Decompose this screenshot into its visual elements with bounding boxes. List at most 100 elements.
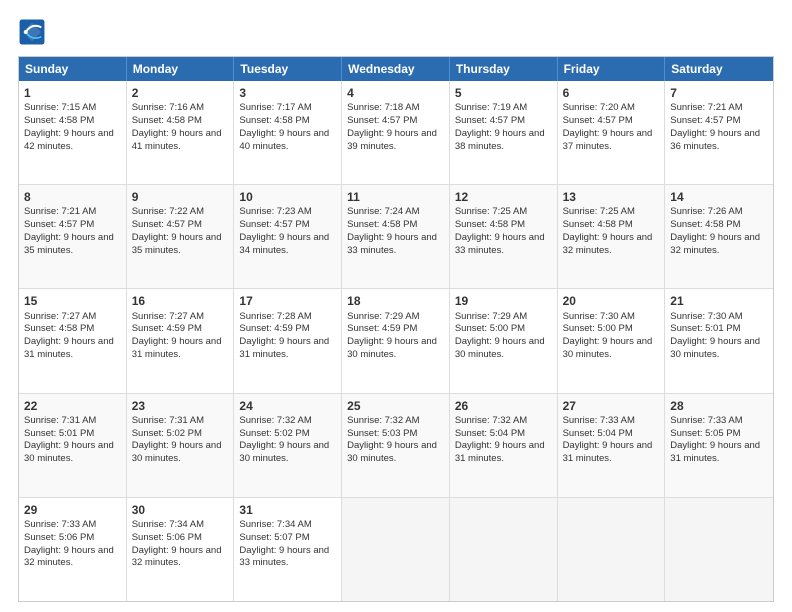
sunset: Sunset: 5:00 PM: [455, 323, 525, 334]
sunrise: Sunrise: 7:26 AM: [670, 206, 742, 217]
daylight: Daylight: 9 hours and 30 minutes.: [132, 440, 222, 464]
calendar-cell: 9Sunrise: 7:22 AMSunset: 4:57 PMDaylight…: [127, 185, 235, 288]
daylight: Daylight: 9 hours and 33 minutes.: [455, 232, 545, 256]
sunset: Sunset: 5:01 PM: [24, 428, 94, 439]
calendar-week: 22Sunrise: 7:31 AMSunset: 5:01 PMDayligh…: [19, 394, 773, 498]
calendar-cell: 21Sunrise: 7:30 AMSunset: 5:01 PMDayligh…: [665, 289, 773, 392]
day-number: 30: [132, 502, 229, 518]
day-number: 12: [455, 189, 552, 205]
sunset: Sunset: 4:59 PM: [132, 323, 202, 334]
sunset: Sunset: 4:58 PM: [239, 115, 309, 126]
sunrise: Sunrise: 7:32 AM: [239, 415, 311, 426]
sunrise: Sunrise: 7:15 AM: [24, 102, 96, 113]
sunrise: Sunrise: 7:28 AM: [239, 311, 311, 322]
calendar-cell: 11Sunrise: 7:24 AMSunset: 4:58 PMDayligh…: [342, 185, 450, 288]
calendar-cell: [450, 498, 558, 601]
sunrise: Sunrise: 7:25 AM: [563, 206, 635, 217]
day-number: 29: [24, 502, 121, 518]
day-number: 4: [347, 85, 444, 101]
day-number: 9: [132, 189, 229, 205]
sunset: Sunset: 5:01 PM: [670, 323, 740, 334]
day-number: 20: [563, 293, 660, 309]
day-number: 3: [239, 85, 336, 101]
day-number: 26: [455, 398, 552, 414]
sunset: Sunset: 5:06 PM: [132, 532, 202, 543]
calendar-cell: 23Sunrise: 7:31 AMSunset: 5:02 PMDayligh…: [127, 394, 235, 497]
day-number: 17: [239, 293, 336, 309]
sunrise: Sunrise: 7:18 AM: [347, 102, 419, 113]
day-number: 1: [24, 85, 121, 101]
daylight: Daylight: 9 hours and 31 minutes.: [24, 336, 114, 360]
day-number: 15: [24, 293, 121, 309]
day-number: 2: [132, 85, 229, 101]
day-number: 25: [347, 398, 444, 414]
weekday-header: Friday: [558, 57, 666, 81]
sunset: Sunset: 4:58 PM: [347, 219, 417, 230]
calendar-cell: 24Sunrise: 7:32 AMSunset: 5:02 PMDayligh…: [234, 394, 342, 497]
calendar-cell: 7Sunrise: 7:21 AMSunset: 4:57 PMDaylight…: [665, 81, 773, 184]
sunset: Sunset: 4:58 PM: [455, 219, 525, 230]
sunrise: Sunrise: 7:21 AM: [670, 102, 742, 113]
sunrise: Sunrise: 7:30 AM: [563, 311, 635, 322]
sunrise: Sunrise: 7:34 AM: [239, 519, 311, 530]
daylight: Daylight: 9 hours and 33 minutes.: [239, 545, 329, 569]
daylight: Daylight: 9 hours and 30 minutes.: [347, 336, 437, 360]
daylight: Daylight: 9 hours and 40 minutes.: [239, 128, 329, 152]
weekday-header: Wednesday: [342, 57, 450, 81]
sunset: Sunset: 5:07 PM: [239, 532, 309, 543]
sunrise: Sunrise: 7:33 AM: [670, 415, 742, 426]
sunrise: Sunrise: 7:17 AM: [239, 102, 311, 113]
sunset: Sunset: 4:58 PM: [670, 219, 740, 230]
sunrise: Sunrise: 7:33 AM: [24, 519, 96, 530]
calendar-cell: 6Sunrise: 7:20 AMSunset: 4:57 PMDaylight…: [558, 81, 666, 184]
daylight: Daylight: 9 hours and 42 minutes.: [24, 128, 114, 152]
sunrise: Sunrise: 7:23 AM: [239, 206, 311, 217]
calendar-cell: 14Sunrise: 7:26 AMSunset: 4:58 PMDayligh…: [665, 185, 773, 288]
sunrise: Sunrise: 7:29 AM: [455, 311, 527, 322]
sunset: Sunset: 4:58 PM: [563, 219, 633, 230]
day-number: 14: [670, 189, 768, 205]
daylight: Daylight: 9 hours and 32 minutes.: [132, 545, 222, 569]
sunrise: Sunrise: 7:24 AM: [347, 206, 419, 217]
day-number: 13: [563, 189, 660, 205]
sunset: Sunset: 4:57 PM: [24, 219, 94, 230]
daylight: Daylight: 9 hours and 33 minutes.: [347, 232, 437, 256]
day-number: 22: [24, 398, 121, 414]
sunrise: Sunrise: 7:27 AM: [132, 311, 204, 322]
sunrise: Sunrise: 7:19 AM: [455, 102, 527, 113]
sunset: Sunset: 4:59 PM: [239, 323, 309, 334]
sunrise: Sunrise: 7:34 AM: [132, 519, 204, 530]
calendar-cell: 31Sunrise: 7:34 AMSunset: 5:07 PMDayligh…: [234, 498, 342, 601]
daylight: Daylight: 9 hours and 30 minutes.: [239, 440, 329, 464]
logo-icon: [18, 18, 46, 46]
sunset: Sunset: 4:57 PM: [347, 115, 417, 126]
daylight: Daylight: 9 hours and 38 minutes.: [455, 128, 545, 152]
weekday-header: Thursday: [450, 57, 558, 81]
daylight: Daylight: 9 hours and 39 minutes.: [347, 128, 437, 152]
sunrise: Sunrise: 7:33 AM: [563, 415, 635, 426]
day-number: 5: [455, 85, 552, 101]
calendar-cell: 20Sunrise: 7:30 AMSunset: 5:00 PMDayligh…: [558, 289, 666, 392]
calendar-cell: 13Sunrise: 7:25 AMSunset: 4:58 PMDayligh…: [558, 185, 666, 288]
day-number: 10: [239, 189, 336, 205]
calendar-cell: 25Sunrise: 7:32 AMSunset: 5:03 PMDayligh…: [342, 394, 450, 497]
logo: [18, 18, 50, 46]
daylight: Daylight: 9 hours and 35 minutes.: [132, 232, 222, 256]
calendar-cell: 3Sunrise: 7:17 AM Sunset: 4:58 PM Daylight…: [234, 81, 342, 184]
day-number: 7: [670, 85, 768, 101]
sunrise: Sunrise: 7:29 AM: [347, 311, 419, 322]
sunset: Sunset: 5:04 PM: [563, 428, 633, 439]
daylight: Daylight: 9 hours and 35 minutes.: [24, 232, 114, 256]
calendar: SundayMondayTuesdayWednesdayThursdayFrid…: [18, 56, 774, 602]
day-number: 24: [239, 398, 336, 414]
calendar-cell: 5Sunrise: 7:19 AMSunset: 4:57 PMDaylight…: [450, 81, 558, 184]
day-number: 18: [347, 293, 444, 309]
sunrise: Sunrise: 7:32 AM: [347, 415, 419, 426]
sunset: Sunset: 4:58 PM: [24, 323, 94, 334]
day-number: 23: [132, 398, 229, 414]
sunrise: Sunrise: 7:22 AM: [132, 206, 204, 217]
calendar-cell: 28Sunrise: 7:33 AMSunset: 5:05 PMDayligh…: [665, 394, 773, 497]
sunrise: Sunrise: 7:21 AM: [24, 206, 96, 217]
calendar-header: SundayMondayTuesdayWednesdayThursdayFrid…: [19, 57, 773, 81]
calendar-cell: 15Sunrise: 7:27 AMSunset: 4:58 PMDayligh…: [19, 289, 127, 392]
